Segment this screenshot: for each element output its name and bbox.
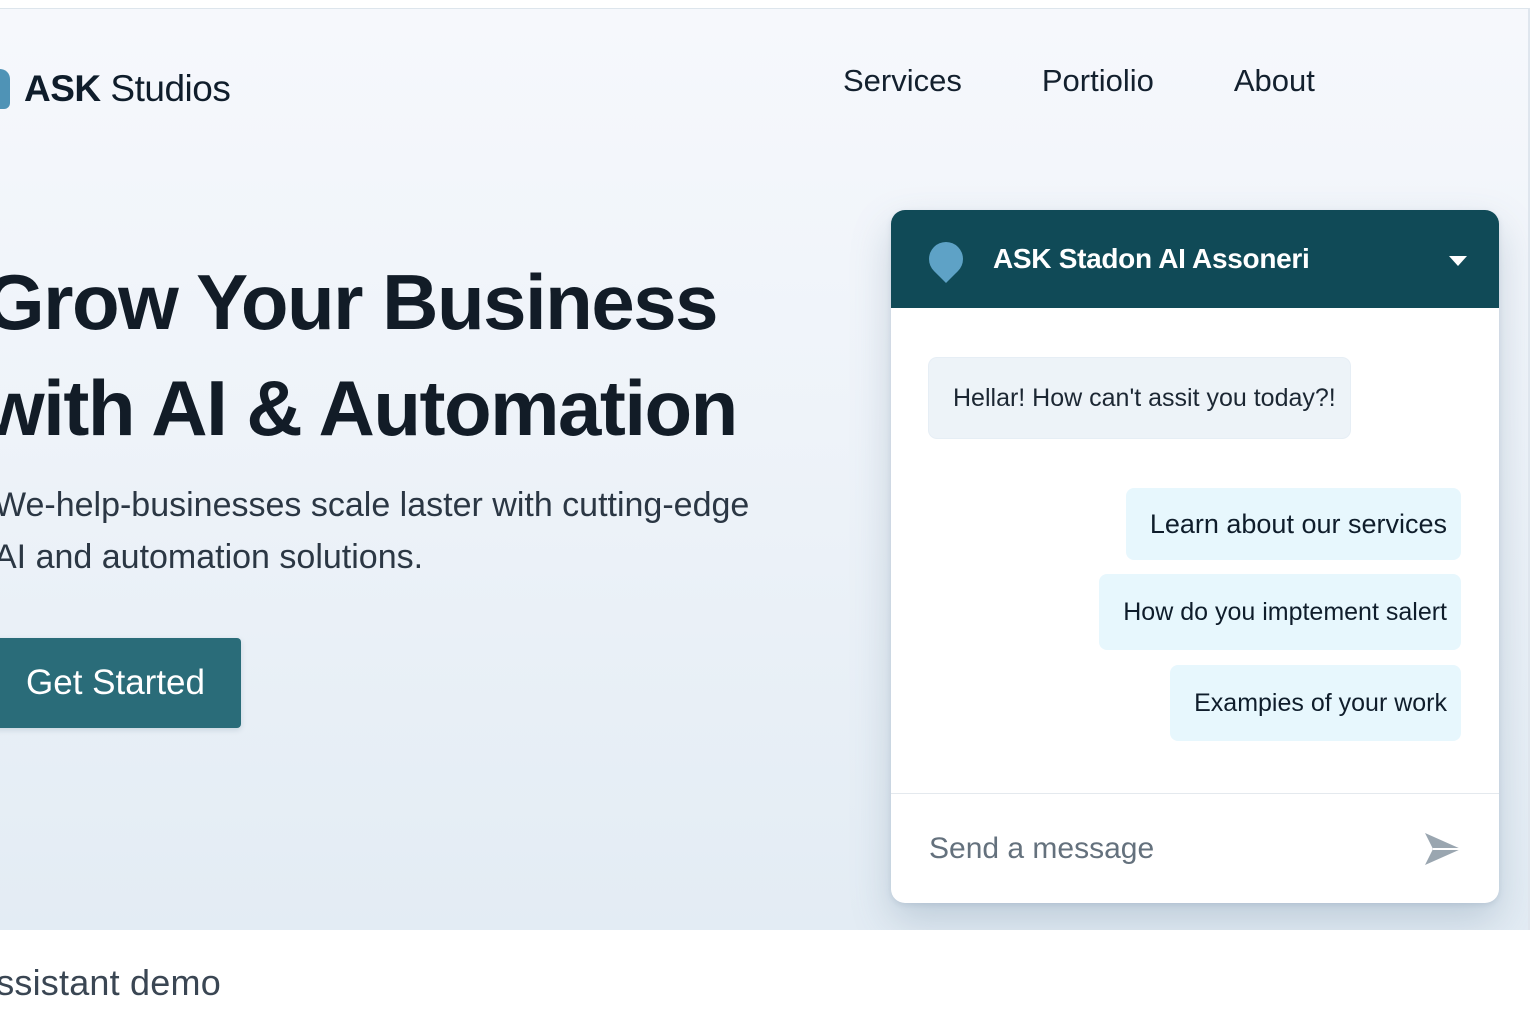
nav-item-about[interactable]: About: [1234, 61, 1315, 101]
chat-input-bar: [891, 793, 1499, 903]
quick-reply-services[interactable]: Learn about our services: [1125, 488, 1461, 560]
location-pin-icon: [921, 234, 971, 284]
hero-subtitle: We-help-businesses scale laster with cut…: [0, 479, 834, 583]
logo-icon: [0, 69, 10, 109]
send-icon[interactable]: [1421, 827, 1465, 871]
nav-item-portfolio[interactable]: Portiolio: [1042, 61, 1154, 101]
chevron-down-icon[interactable]: [1449, 256, 1467, 266]
get-started-button[interactable]: Get Started: [0, 638, 241, 728]
hero-title-line-2: with AI & Automation: [0, 364, 738, 452]
quick-reply-implement[interactable]: How do you imptement salert: [1099, 574, 1461, 650]
hero-title: Grow Your Business with AI & Automation: [0, 249, 844, 461]
nav-item-services[interactable]: Services: [843, 61, 962, 101]
brand-name: ASK Studios: [24, 68, 231, 109]
landing-page: ASK Studios Services Portiolio About Gro…: [0, 8, 1530, 930]
chat-title: ASK Stadon AI Assoneri: [993, 243, 1310, 274]
hero-title-line-1: Grow Your Business: [0, 258, 718, 346]
bot-message: Hellar! How can't assit you today?!: [929, 358, 1350, 438]
quick-reply-examples[interactable]: Exampies of your work: [1170, 665, 1461, 741]
hero-subtitle-line-1: We-help-businesses scale laster with cut…: [0, 486, 750, 524]
message-input[interactable]: [929, 831, 1405, 866]
brand-logo[interactable]: ASK Studios: [0, 59, 231, 119]
chat-widget: ASK Stadon AI Assoneri Hellar! How can't…: [891, 210, 1499, 903]
chat-header: ASK Stadon AI Assoneri: [891, 210, 1499, 308]
main-nav: Services Portiolio About: [843, 61, 1395, 101]
hero-subtitle-line-2: AI and automation solutions.: [0, 538, 424, 576]
demo-caption: Assistant demo: [0, 962, 221, 1003]
